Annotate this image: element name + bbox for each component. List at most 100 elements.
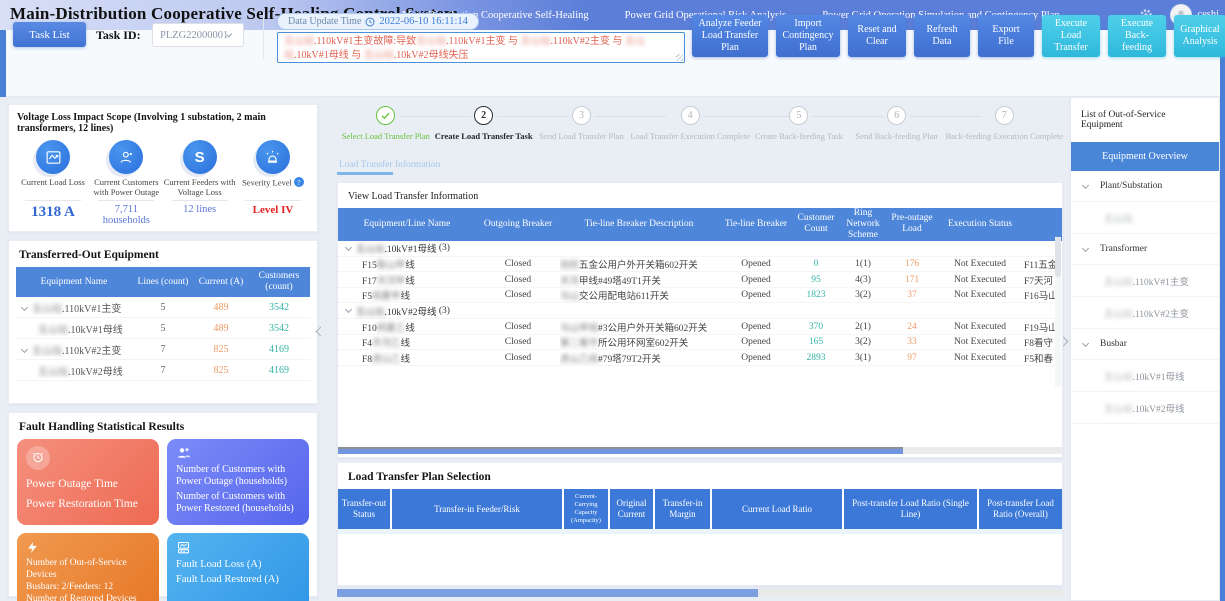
equipment-list-title: List of Out-of-Service Equipment <box>1071 98 1219 140</box>
fault-desc-seg: .10kV#1母线 与 <box>294 50 364 61</box>
tie-line-desc: 交公用配电站611开关 <box>579 292 669 302</box>
execution-status: Not Executed <box>936 322 1024 332</box>
execution-status: Not Executed <box>936 337 1024 347</box>
equipment-overview-tab[interactable]: Equipment Overview <box>1071 142 1219 171</box>
table-row[interactable]: F15联山甲线 Closed 创欣五金公用户外开关箱602开关 Opened 0… <box>338 257 1062 273</box>
col-header: Current-Carrying Capacity (Ampacity) <box>564 489 610 529</box>
step-number: 3 <box>579 110 584 121</box>
step-label: Create Load Transfer Task <box>435 131 533 141</box>
feeders-voltage-icon: S <box>183 140 217 174</box>
transferred-table: Equipment Name Lines (count) Current (A)… <box>16 267 310 381</box>
caret-down-icon <box>1082 244 1089 251</box>
tab-load-transfer-information[interactable]: Load Transfer Information <box>337 157 442 173</box>
fault-description-textarea[interactable]: 五山站.110kV#1主变故障:导致五山站.110kV#1主变 与 五山站.11… <box>277 32 685 63</box>
tree-group-transformer[interactable]: Transformer <box>1071 234 1219 265</box>
execution-status: Not Executed <box>936 259 1024 269</box>
equipment-name: .110kV#2主变 <box>62 346 121 357</box>
refresh-data-button[interactable]: Refresh Data <box>914 15 970 57</box>
scrollbar-thumb[interactable] <box>338 447 903 454</box>
table-row[interactable]: F5网夏甲线 Closed 乌山交公用配电站611开关 Opened 1823 … <box>338 288 1062 304</box>
out-of-service-equipment-panel: List of Out-of-Service Equipment Equipme… <box>1070 97 1220 601</box>
right-edge-accent <box>1220 30 1225 601</box>
table-row[interactable]: F4天河乙线 Closed 第二看守所公用环网室602开关 Opened 165… <box>338 335 1062 351</box>
analyze-feeder-plan-button[interactable]: Analyze Feeder Load Transfer Plan <box>692 15 768 57</box>
tree-group-busbar[interactable]: Busbar <box>1071 329 1219 360</box>
stat-label: Current Load Loss <box>17 177 89 198</box>
execute-load-transfer-button[interactable]: Execute Load Transfer <box>1042 15 1100 57</box>
ring-network-scheme: 3(2) <box>838 337 888 347</box>
main-table-header: Equipment/Line Name Outgoing Breaker Tie… <box>338 208 1062 241</box>
help-icon[interactable]: ? <box>294 177 304 187</box>
caret-down-icon[interactable] <box>21 303 28 310</box>
table-row[interactable]: 五山站.10kV#1母线 5 489 3542 <box>16 318 310 339</box>
vertical-scrollbar[interactable] <box>1055 237 1061 387</box>
station-name: 五山站 <box>356 241 385 255</box>
station-name: 五山站 <box>521 36 551 47</box>
collapse-left-panel-handle[interactable] <box>313 318 327 344</box>
stat-customers-outage: Current Customers with Power Outage 7,71… <box>90 138 162 226</box>
scrollbar-thumb[interactable] <box>1055 237 1061 277</box>
col-header: Current Load Ratio <box>712 489 844 529</box>
export-file-button[interactable]: Export File <box>978 15 1034 57</box>
impact-title: Voltage Loss Impact Scope (Involving 1 s… <box>9 105 317 136</box>
import-contingency-button[interactable]: Import Contingency Plan <box>776 15 840 57</box>
station-name: 五山站 <box>364 50 394 61</box>
scrollbar-thumb[interactable] <box>337 589 758 597</box>
ring-network-scheme: 1(1) <box>838 259 888 269</box>
station-name: 五山站 <box>1104 401 1133 415</box>
fault-load-card: Fault Load Loss (A) Fault Load Restored … <box>167 533 309 601</box>
stat-value: 12 lines <box>164 204 236 215</box>
task-id-label: Task ID: <box>96 28 141 43</box>
toolbar: Analyze Feeder Load Transfer Plan Import… <box>692 15 1215 57</box>
graphical-analysis-button[interactable]: Graphical Analysis <box>1174 15 1225 57</box>
stat-value: 7,711 households <box>90 204 162 226</box>
fault-desc-seg: .110kV#2主变 与 <box>551 36 625 47</box>
station-name: 五山站 <box>1104 369 1133 383</box>
caret-down-icon[interactable] <box>345 244 352 251</box>
feeder-name: 线 <box>401 292 411 302</box>
execute-back-feeding-button[interactable]: Execute Back-feeding <box>1108 15 1166 57</box>
group-row-bus2[interactable]: 五山站.10kV#2母线 (3) <box>338 303 1062 319</box>
table-row[interactable]: F17天河甲线 Closed 天河甲线#49塔49T1开关 Opened 95 … <box>338 272 1062 288</box>
table-row[interactable]: F10网夏乙线 Closed 乌山甲线#3公用户外开关箱602开关 Opened… <box>338 319 1062 335</box>
feeder-name: 线 <box>405 261 415 271</box>
table-row[interactable]: 五山站.10kV#2母线 7 825 4169 <box>16 360 310 381</box>
tree-group-plant-substation[interactable]: Plant/Substation <box>1071 171 1219 202</box>
step-check-icon <box>376 106 395 125</box>
tie-line-breaker: Opened <box>718 337 794 347</box>
load-loss-chart-icon <box>36 140 70 174</box>
page-horizontal-scrollbar[interactable] <box>337 589 1063 597</box>
resize-grip-icon[interactable] <box>676 54 683 61</box>
impact-stats: Current Load Loss 1318 A Current Custome… <box>9 136 317 226</box>
pre-outage-load: 24 <box>888 322 936 332</box>
tree-item-transformer-2[interactable]: 五山站.110kV#2主变 <box>1071 297 1219 329</box>
ring-network-scheme: 3(1) <box>838 353 888 363</box>
data-update-time: 2022-06-10 16:11:14 <box>379 16 468 27</box>
horizontal-scrollbar[interactable] <box>338 447 1062 454</box>
chevron-left-icon <box>315 326 325 336</box>
task-id-select[interactable]: PLZG22000001 <box>152 23 244 47</box>
feeder-name: F15 <box>362 261 377 271</box>
step-number: 6 <box>894 110 899 121</box>
step-label: Send Back-feeding Plan <box>848 131 946 141</box>
caret-down-icon[interactable] <box>345 306 352 313</box>
tree-item-substation[interactable]: 五山站 <box>1071 202 1219 234</box>
table-row[interactable]: 五山站.110kV#2主变 7 825 4169 <box>16 339 310 360</box>
card-line: Fault Load Restored (A) <box>176 574 300 585</box>
caret-down-icon <box>1082 339 1089 346</box>
group-row-bus1[interactable]: 五山站.10kV#1母线 (3) <box>338 241 1062 257</box>
tree-item-busbar-1[interactable]: 五山站.10kV#1母线 <box>1071 360 1219 392</box>
station-name: 五山站 <box>38 367 68 378</box>
tree-item-busbar-2[interactable]: 五山站.10kV#2母线 <box>1071 392 1219 424</box>
outgoing-breaker: Closed <box>476 322 560 332</box>
reset-clear-button[interactable]: Reset and Clear <box>848 15 906 57</box>
table-row[interactable]: F8虎山乙线 Closed 虎山乙线#79塔79T2开关 Opened 2893… <box>338 350 1062 366</box>
task-list-button[interactable]: Task List <box>13 22 86 47</box>
step-back-feeding-execution-complete: 7 Back-feeding Execution Complete <box>945 106 1063 154</box>
table-row[interactable]: 五山站.110kV#1主变 5 489 3542 <box>16 297 310 318</box>
lines-count: 5 <box>132 323 194 334</box>
tie-line-desc: 所公用环网室602开关 <box>598 339 688 349</box>
data-update-label: Data Update Time <box>288 16 361 27</box>
tree-item-transformer-1[interactable]: 五山站.110kV#1主变 <box>1071 265 1219 297</box>
caret-down-icon[interactable] <box>21 345 28 352</box>
